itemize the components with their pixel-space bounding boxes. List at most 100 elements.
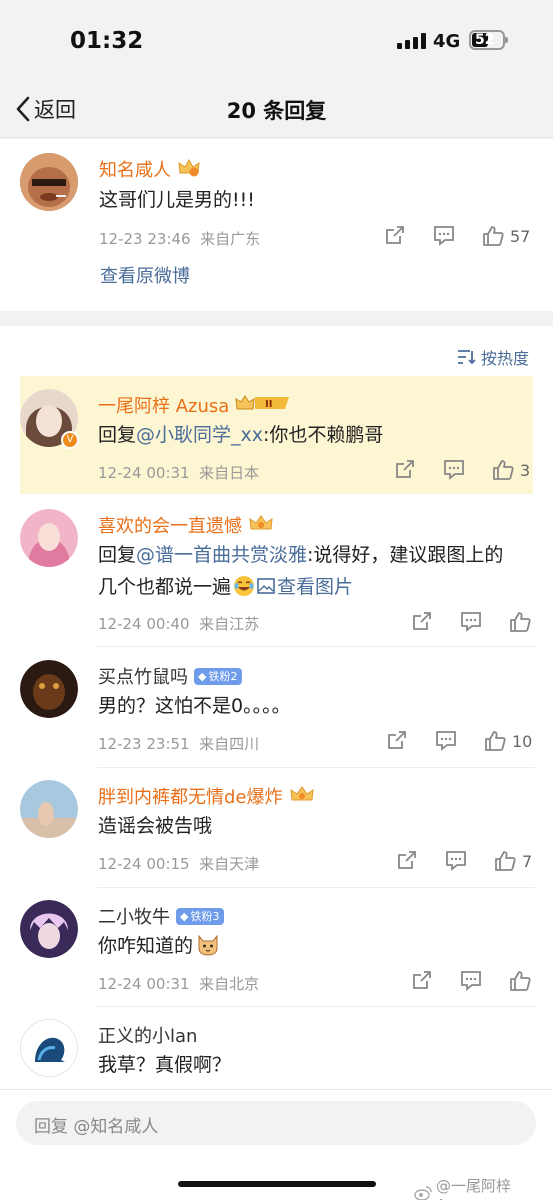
comment-button[interactable] — [443, 458, 465, 480]
reply-text: 造谣会被告哦 — [98, 815, 213, 837]
comment-time: 12-24 00:15 — [98, 855, 190, 873]
network-type: 4G — [433, 31, 461, 52]
comment-icon — [461, 612, 481, 632]
verified-icon: V — [61, 431, 79, 449]
share-button[interactable] — [386, 729, 408, 751]
like-count: 57 — [510, 226, 531, 246]
avatar[interactable] — [20, 660, 78, 718]
comment-button[interactable] — [460, 969, 482, 991]
comment-source: 来自广东 — [200, 230, 261, 248]
cat-emoji-icon — [196, 934, 220, 966]
mention-link[interactable]: @谱一首曲共赏淡雅 — [136, 544, 307, 566]
share-icon — [413, 971, 431, 989]
like-button[interactable]: 10 — [483, 729, 532, 753]
share-icon — [398, 851, 416, 869]
share-button[interactable] — [396, 849, 418, 871]
share-button[interactable] — [411, 969, 433, 991]
avatar[interactable] — [20, 780, 78, 838]
sort-button[interactable]: 按热度 — [456, 345, 529, 369]
reply-input-placeholder: 回复 @知名咸人 — [34, 1117, 159, 1137]
like-button[interactable] — [508, 610, 532, 634]
divider — [97, 646, 535, 647]
like-button[interactable]: 3 — [491, 458, 530, 482]
reply-input[interactable]: 回复 @知名咸人 — [16, 1101, 536, 1145]
thumbs-up-icon — [483, 226, 504, 246]
fan-badge: ◆ 铁粉3 — [176, 907, 225, 925]
divider — [97, 767, 535, 768]
diamond-icon: ◆ — [180, 909, 189, 923]
comment-time: 12-23 23:46 — [99, 230, 191, 248]
diamond-icon: ◆ — [198, 669, 207, 683]
battery-icon: 52 — [469, 30, 508, 50]
commenter-name[interactable]: 正义的小lan — [98, 1022, 197, 1048]
divider — [97, 887, 535, 888]
thumbs-up-icon — [495, 851, 516, 871]
status-bar: 01:32 4G 52 — [0, 0, 553, 80]
comment-button[interactable] — [435, 729, 457, 751]
svg-text:II: II — [265, 399, 272, 410]
crown-icon — [248, 513, 274, 538]
share-icon — [388, 731, 406, 749]
top-nav: 返回 20 条回复 — [0, 80, 553, 138]
comment-source: 来自四川 — [199, 735, 260, 753]
commenter-name[interactable]: 胖到内裤都无情de爆炸 — [98, 783, 283, 809]
watermark-text: @一尾阿梓Azusa — [436, 1177, 512, 1200]
share-button[interactable] — [394, 458, 416, 480]
share-icon — [386, 226, 404, 244]
share-button[interactable] — [411, 610, 433, 632]
view-original-link[interactable]: 查看原微博 — [100, 262, 190, 288]
weibo-logo-icon — [414, 1185, 432, 1200]
avatar[interactable] — [20, 1019, 78, 1077]
comment-time: 12-24 00:40 — [98, 615, 190, 633]
like-button[interactable]: 7 — [493, 849, 532, 873]
fan-badge: ◆ 铁粉2 — [194, 667, 243, 685]
view-image-label: 查看图片 — [277, 576, 354, 598]
fan-badge-label: 铁粉3 — [190, 910, 220, 923]
reply-prefix: 回复 — [98, 544, 137, 566]
comment-source: 来自北京 — [199, 975, 260, 993]
comment-button[interactable] — [460, 610, 482, 632]
like-button[interactable]: 57 — [481, 224, 530, 248]
like-button[interactable] — [508, 969, 532, 993]
comment-button[interactable] — [433, 224, 455, 246]
comment-text: 这哥们儿是男的!!! — [99, 189, 255, 211]
signal-icon — [397, 33, 426, 49]
comment-time: 12-24 00:31 — [98, 464, 190, 482]
avatar[interactable] — [20, 900, 78, 958]
battery-percent: 52 — [475, 32, 495, 48]
comment-icon — [446, 851, 466, 871]
home-indicator — [178, 1181, 376, 1187]
commenter-name[interactable]: 买点竹鼠吗 — [98, 663, 188, 689]
comment-source: 来自天津 — [199, 855, 260, 873]
crown-icon — [289, 784, 315, 809]
comment-time: 12-23 23:51 — [98, 735, 190, 753]
status-time: 01:32 — [70, 28, 144, 54]
crown-icon — [177, 157, 201, 182]
thumbs-up-icon — [485, 731, 506, 751]
comment-icon — [436, 731, 456, 751]
avatar[interactable] — [20, 153, 78, 211]
comment-source: 来自日本 — [199, 464, 260, 482]
reply-text: 我草？真假啊？ — [98, 1054, 232, 1076]
comment-source: 来自江苏 — [199, 615, 260, 633]
like-count: 3 — [520, 460, 531, 480]
reply-prefix: 回复 — [98, 424, 137, 446]
view-image-link[interactable]: 查看图片 — [257, 576, 353, 598]
commenter-name[interactable]: 喜欢的会一直遗憾 — [98, 512, 242, 538]
commenter-name[interactable]: 二小牧牛 — [98, 903, 170, 929]
commenter-name[interactable]: 一尾阿梓 Azusa — [98, 392, 229, 418]
share-icon — [413, 612, 431, 630]
reply-text: 男的？这怕不是0。。。。 — [98, 695, 291, 717]
sort-label: 按热度 — [481, 349, 530, 368]
share-button[interactable] — [384, 224, 406, 246]
reply-text: :你也不赖鹏哥 — [263, 424, 384, 446]
mention-link[interactable]: @小耿同学_xx — [136, 424, 263, 446]
sort-icon — [458, 350, 476, 365]
like-count: 7 — [522, 851, 533, 871]
comment-icon — [434, 226, 454, 246]
page-title: 20 条回复 — [226, 99, 327, 123]
thumbs-up-icon — [510, 971, 531, 991]
avatar[interactable] — [20, 509, 78, 567]
commenter-name[interactable]: 知名咸人 — [99, 156, 171, 182]
comment-button[interactable] — [445, 849, 467, 871]
